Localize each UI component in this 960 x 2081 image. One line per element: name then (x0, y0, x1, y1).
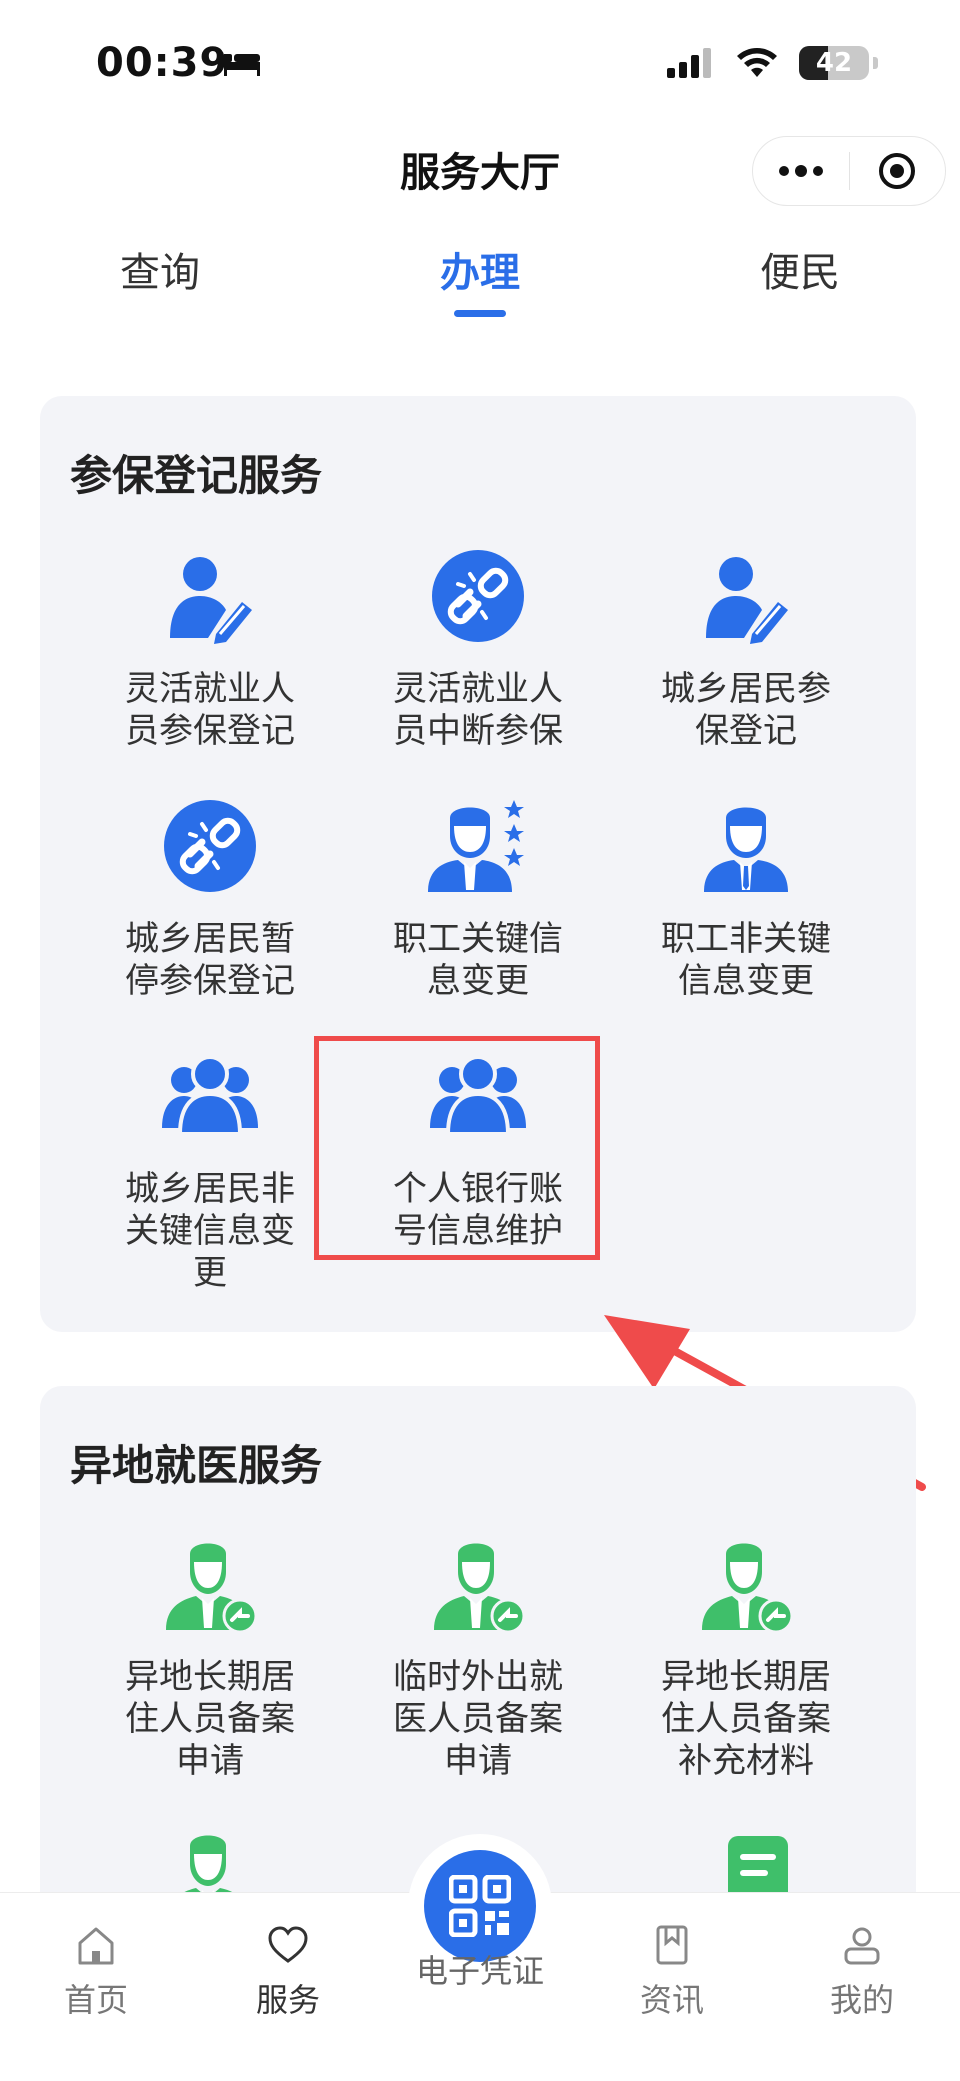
service-resident-pause[interactable]: 城乡居民暂停参保登记 (85, 796, 335, 1002)
status-time: 00:39 (96, 40, 229, 86)
user-icon (844, 1927, 880, 1965)
news-bookmark-icon (656, 1925, 688, 1965)
bottom-tab-label: 资讯 (639, 1981, 704, 2019)
e-certificate-label: 电子凭证 (415, 1952, 544, 1990)
service-label: 异地长期居住人员备案补充材料 (661, 1657, 831, 1781)
service-label: 灵活就业人员参保登记 (125, 669, 295, 751)
section-title: 参保登记服务 (70, 451, 323, 500)
tab-query[interactable]: 查询 (60, 240, 260, 298)
bottom-tab-label: 服务 (255, 1981, 320, 2019)
wifi-icon (737, 48, 777, 77)
bottom-tab-home[interactable]: 首页 (26, 1923, 166, 2021)
staff-icon (696, 796, 796, 896)
service-label: 职工非关键信息变更 (661, 919, 831, 1001)
service-resident-enroll[interactable]: 城乡居民参保登记 (621, 546, 871, 752)
qr-code-icon (449, 1875, 511, 1937)
group-icon (160, 1046, 260, 1146)
bottom-tab-mine[interactable]: 我的 (792, 1923, 932, 2021)
service-staff-nonkey-change[interactable]: 职工非关键信息变更 (621, 796, 871, 1002)
more-button[interactable] (753, 137, 849, 205)
active-tab-indicator (454, 310, 506, 317)
heart-icon (268, 1926, 308, 1963)
service-temporary-filing[interactable]: 临时外出就医人员备案申请 (353, 1534, 603, 1782)
mini-program-capsule (752, 136, 946, 206)
service-flexible-suspend[interactable]: 灵活就业人员中断参保 (353, 546, 603, 752)
section-title: 异地就医服务 (70, 1441, 323, 1490)
user-edit-icon (696, 546, 796, 646)
service-label: 职工关键信息变更 (393, 919, 563, 1001)
signal-icon (667, 48, 711, 78)
user-edit-icon (160, 546, 260, 646)
service-label: 异地长期居住人员备案申请 (125, 1657, 295, 1781)
highlight-box (314, 1036, 600, 1260)
home-icon (78, 1927, 114, 1965)
tab-convenience[interactable]: 便民 (700, 240, 900, 298)
broken-link-icon (160, 796, 260, 896)
service-resident-nonkey-change[interactable]: 城乡居民非关键信息变更 (85, 1046, 335, 1294)
green-staff-icon (428, 1534, 528, 1634)
more-dots-icon (778, 165, 823, 177)
sleep-bed-icon (224, 54, 260, 76)
service-staff-key-change[interactable]: 职工关键信息变更 (353, 796, 603, 1002)
service-label: 临时外出就医人员备案申请 (393, 1657, 563, 1781)
battery-indicator: 42 (799, 46, 869, 80)
service-flexible-enroll[interactable]: 灵活就业人员参保登记 (85, 546, 335, 752)
green-staff-icon (160, 1534, 260, 1634)
bottom-tab-label: 首页 (63, 1981, 128, 2019)
target-icon (879, 153, 916, 189)
service-label: 城乡居民非关键信息变更 (125, 1169, 295, 1293)
broken-link-icon (428, 546, 528, 646)
staff-star-icon (428, 796, 528, 896)
tab-handle[interactable]: 办理 (380, 240, 580, 298)
service-long-term-filing[interactable]: 异地长期居住人员备案申请 (85, 1534, 335, 1782)
green-staff-icon (696, 1534, 796, 1634)
close-mini-program-button[interactable] (850, 137, 946, 205)
status-indicators: 42 (667, 46, 878, 80)
service-label: 城乡居民暂停参保登记 (125, 919, 295, 1001)
bottom-tab-services[interactable]: 服务 (218, 1923, 358, 2021)
status-bar: 00:39 42 (0, 0, 960, 120)
bottom-tab-news[interactable]: 资讯 (602, 1923, 742, 2021)
service-label: 灵活就业人员中断参保 (393, 669, 563, 751)
service-label: 城乡居民参保登记 (661, 669, 831, 751)
tab-bar: 查询 办理 便民 (0, 240, 960, 320)
battery-cap (873, 57, 878, 69)
bottom-tab-label: 我的 (829, 1981, 894, 2019)
service-supplement-materials[interactable]: 异地长期居住人员备案补充材料 (621, 1534, 871, 1782)
